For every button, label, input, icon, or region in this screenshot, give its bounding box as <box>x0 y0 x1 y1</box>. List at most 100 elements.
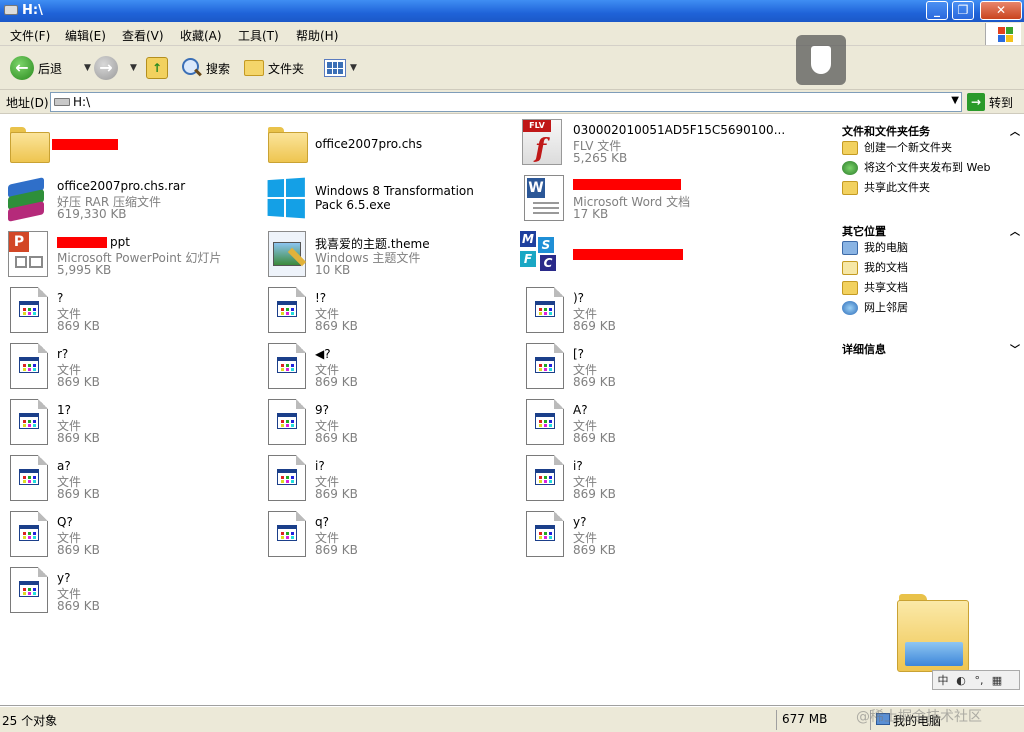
file-item[interactable]: i? 文件 869 KB <box>258 453 508 505</box>
address-label: 地址(D) <box>6 96 49 110</box>
ime-keyboard-icon[interactable]: ▦ <box>991 674 1003 687</box>
chevron-down-icon[interactable]: ▼ <box>130 63 137 73</box>
place-label: 我的文档 <box>864 261 908 274</box>
back-button[interactable]: ← 后退 ▼ <box>10 54 91 82</box>
file-item[interactable]: P ppt Microsoft PowerPoint 幻灯片 5,995 KB <box>0 229 250 281</box>
menu-help[interactable]: 帮助(H) <box>296 27 338 44</box>
file-item[interactable]: !? 文件 869 KB <box>258 285 508 337</box>
file-size: 869 KB <box>573 431 616 445</box>
file-item[interactable]: )? 文件 869 KB <box>516 285 766 337</box>
file-name: [? <box>573 347 585 361</box>
file-item[interactable]: i? 文件 869 KB <box>516 453 766 505</box>
task-publish-web[interactable]: 将这个文件夹发布到 Web <box>842 159 1020 179</box>
file-item[interactable]: ◀? 文件 869 KB <box>258 341 508 393</box>
file-name: y? <box>573 515 587 529</box>
menu-file[interactable]: 文件(F) <box>10 27 50 44</box>
file-size: 5,995 KB <box>57 263 112 277</box>
go-label: 转到 <box>989 95 1014 110</box>
task-new-folder[interactable]: 创建一个新文件夹 <box>842 139 1020 159</box>
place-shared-documents[interactable]: 共享文档 <box>842 279 1020 299</box>
file-size: 869 KB <box>315 487 358 501</box>
folder-icon <box>268 127 308 163</box>
up-folder-button[interactable]: ↑ <box>146 54 168 82</box>
chevron-down-icon[interactable]: ▼ <box>84 63 91 73</box>
file-item[interactable]: [? 文件 869 KB <box>516 341 766 393</box>
window-title: H:\ <box>22 3 43 18</box>
section-header[interactable]: 文件和文件夹任务 ︿ <box>842 123 1020 139</box>
menu-bar: 文件(F) 编辑(E) 查看(V) 收藏(A) 工具(T) 帮助(H) <box>0 22 1024 46</box>
file-item[interactable]: ? 文件 869 KB <box>0 285 250 337</box>
place-network[interactable]: 网上邻居 <box>842 299 1020 319</box>
rar-icon <box>6 177 48 222</box>
file-item[interactable]: a? 文件 869 KB <box>0 453 250 505</box>
chevron-down-icon[interactable]: ﹀ <box>1010 341 1020 356</box>
file-item[interactable]: office2007pro.chs.rar 好压 RAR 压缩文件 619,33… <box>0 173 250 225</box>
file-item[interactable]: Q? 文件 869 KB <box>0 509 250 561</box>
chevron-down-icon[interactable]: ▼ <box>951 95 959 106</box>
file-item[interactable]: r? 文件 869 KB <box>0 341 250 393</box>
generic-file-icon <box>526 343 564 389</box>
theme-icon <box>268 231 307 277</box>
file-item[interactable]: q? 文件 869 KB <box>258 509 508 561</box>
file-item[interactable]: FLV f 030002010051AD5F15C5690100... FLV 文… <box>516 117 785 169</box>
views-icon <box>324 59 346 77</box>
title-bar[interactable]: H:\ _ ❐ ✕ <box>0 0 1024 22</box>
documents-icon <box>842 261 858 275</box>
file-size: 869 KB <box>573 487 616 501</box>
chevron-up-icon[interactable]: ︿ <box>1010 223 1020 238</box>
generic-file-icon <box>268 343 306 389</box>
file-name: 030002010051AD5F15C5690100... <box>573 123 786 137</box>
ime-shape-icon[interactable]: ◐ <box>955 674 967 687</box>
shared-folder-icon <box>842 181 858 195</box>
file-item[interactable] <box>0 117 250 169</box>
file-item[interactable]: 1? 文件 869 KB <box>0 397 250 449</box>
file-item[interactable]: 我喜爱的主题.theme Windows 主题文件 10 KB <box>258 229 508 281</box>
file-item[interactable]: A? 文件 869 KB <box>516 397 766 449</box>
file-item[interactable]: office2007pro.chs <box>258 117 508 169</box>
redacted-name <box>57 237 107 248</box>
maximize-button[interactable]: ❐ <box>952 1 974 20</box>
address-input[interactable]: H:\ ▼ <box>50 92 962 112</box>
file-item[interactable]: y? 文件 869 KB <box>516 509 766 561</box>
file-size: 869 KB <box>57 487 100 501</box>
file-size: 869 KB <box>315 319 358 333</box>
file-item[interactable]: M S F C <box>516 229 766 281</box>
file-size: 619,330 KB <box>57 207 127 221</box>
file-folder-tasks-section: 文件和文件夹任务 ︿ 创建一个新文件夹 将这个文件夹发布到 Web 共享此文件夹 <box>842 123 1020 199</box>
menu-view[interactable]: 查看(V) <box>122 27 164 44</box>
section-header[interactable]: 详细信息 ﹀ <box>842 341 1020 357</box>
ime-mode[interactable]: 中 <box>937 672 949 688</box>
menu-edit[interactable]: 编辑(E) <box>65 27 106 44</box>
folders-button[interactable]: 文件夹 <box>244 54 304 82</box>
status-divider <box>776 710 777 730</box>
search-button[interactable]: 搜索 <box>180 54 230 82</box>
task-label: 将这个文件夹发布到 Web <box>864 161 991 174</box>
task-label: 共享此文件夹 <box>864 181 930 194</box>
file-item[interactable]: W Microsoft Word 文档 17 KB <box>516 173 766 225</box>
computer-icon <box>842 241 858 255</box>
ime-toolbar[interactable]: 中 ◐ °, ▦ <box>932 670 1020 690</box>
up-folder-icon: ↑ <box>146 57 168 79</box>
file-item[interactable]: Windows 8 Transformation Pack 6.5.exe <box>258 173 508 225</box>
place-my-computer[interactable]: 我的电脑 <box>842 239 1020 259</box>
chevron-up-icon[interactable]: ︿ <box>1010 123 1020 138</box>
place-my-documents[interactable]: 我的文档 <box>842 259 1020 279</box>
forward-button[interactable]: → ▼ <box>94 54 137 82</box>
section-header[interactable]: 其它位置 ︿ <box>842 223 1020 239</box>
file-item[interactable]: 9? 文件 869 KB <box>258 397 508 449</box>
chevron-down-icon: ▼ <box>350 63 357 73</box>
file-name: office2007pro.chs.rar <box>57 179 186 193</box>
drive-icon <box>4 5 18 15</box>
close-button[interactable]: ✕ <box>980 1 1022 20</box>
minimize-button[interactable]: _ <box>926 1 948 20</box>
file-list: office2007pro.chs FLV f 030002010051AD5F1… <box>0 115 832 706</box>
views-button[interactable]: ▼ <box>324 54 357 82</box>
menu-tools[interactable]: 工具(T) <box>238 27 279 44</box>
go-button[interactable]: → 转到 <box>967 93 1013 111</box>
file-name: )? <box>573 291 585 305</box>
ime-punct-icon[interactable]: °, <box>973 674 985 687</box>
file-item[interactable]: y? 文件 869 KB <box>0 565 250 617</box>
task-share-folder[interactable]: 共享此文件夹 <box>842 179 1020 199</box>
menu-favorites[interactable]: 收藏(A) <box>180 27 222 44</box>
place-label: 共享文档 <box>864 281 908 294</box>
